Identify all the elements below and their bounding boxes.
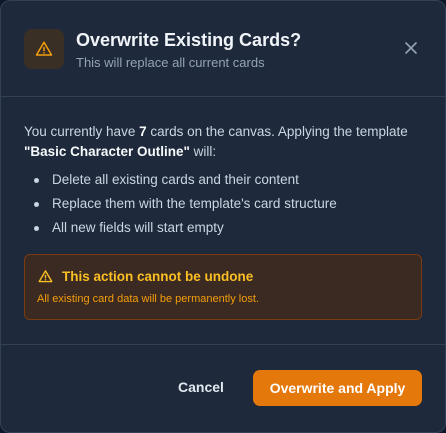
message-part-1: You currently have (24, 124, 140, 139)
warning-triangle-icon (38, 270, 53, 283)
cancel-button[interactable]: Cancel (163, 371, 239, 403)
message-part-3: will: (189, 144, 217, 159)
overwrite-and-apply-button[interactable]: Overwrite and Apply (253, 370, 422, 406)
dialog-message: You currently have 7 cards on the canvas… (24, 122, 424, 162)
list-item: All new fields will start empty (32, 218, 422, 242)
alert-title: This action cannot be undone (62, 269, 254, 284)
warning-icon-tile (24, 29, 64, 69)
dialog-footer: Cancel Overwrite and Apply (1, 344, 445, 432)
effects-list: Delete all existing cards and their cont… (32, 170, 422, 242)
card-count: 7 (139, 124, 147, 139)
irreversible-alert: This action cannot be undone All existin… (24, 254, 422, 320)
list-item: Replace them with the template's card st… (32, 194, 422, 218)
template-name: "Basic Character Outline" (24, 144, 190, 159)
alert-message: All existing card data will be permanent… (37, 293, 259, 305)
message-part-2: cards on the canvas. Applying the templa… (146, 124, 408, 139)
dialog-title: Overwrite Existing Cards? (76, 30, 302, 50)
close-icon (405, 42, 417, 54)
warning-triangle-icon (35, 41, 53, 56)
close-button[interactable] (400, 37, 422, 59)
overwrite-dialog: Overwrite Existing Cards? This will repl… (0, 0, 446, 433)
list-item: Delete all existing cards and their cont… (32, 170, 422, 194)
dialog-subtitle: This will replace all current cards (76, 55, 265, 70)
dialog-header: Overwrite Existing Cards? This will repl… (1, 1, 445, 97)
